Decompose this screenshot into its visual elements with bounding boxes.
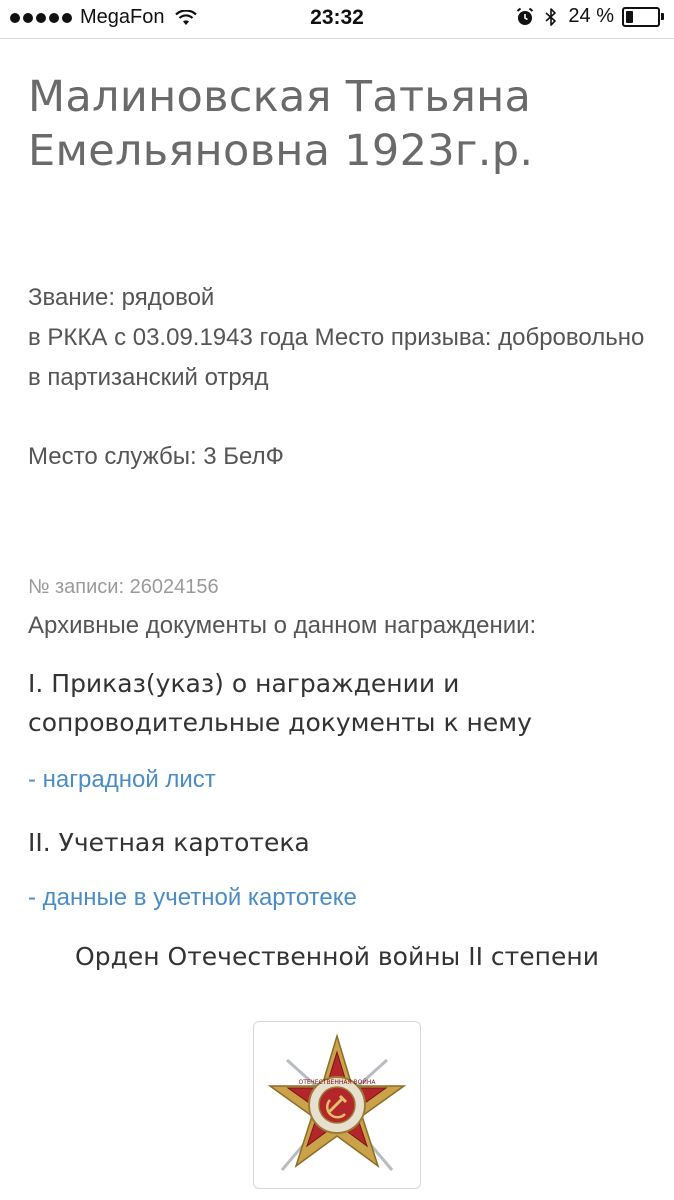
page-title: Малиновская Татьяна Емельяновна 1923г.р. [28, 72, 534, 176]
enlisted-text: в РККА с 03.09.1943 года Место призыва: … [28, 324, 645, 391]
rank-info: Звание: рядовой в РККА с 03.09.1943 года… [28, 278, 648, 398]
card-data-link[interactable]: - данные в учетной картотеке [28, 884, 357, 912]
order-patriotic-war-icon: ОТЕЧЕСТВЕННАЯ ВОЙНА [267, 1033, 407, 1171]
award-image[interactable]: ОТЕЧЕСТВЕННАЯ ВОЙНА [253, 1021, 421, 1189]
rank-text: Звание: рядовой [28, 284, 215, 311]
archive-heading: Архивные документы о данном награждении: [28, 612, 537, 639]
card-section-title: II. Учетная картотека [28, 828, 310, 857]
battery-percent: 24 % [568, 5, 614, 27]
status-bar: MegaFon 23:32 24 % [0, 0, 674, 39]
record-number: № записи: 26024156 [28, 576, 219, 598]
alarm-icon [517, 7, 534, 25]
battery-icon [622, 6, 664, 27]
status-right: 24 % [516, 5, 664, 28]
bluetooth-icon [545, 7, 557, 26]
award-name: Орден Отечественной войны II степени [75, 942, 599, 971]
medal-inscription: ОТЕЧЕСТВЕННАЯ ВОЙНА [299, 1079, 377, 1086]
award-sheet-link[interactable]: - наградной лист [28, 766, 216, 794]
order-section-title: I. Приказ(указ) о награждении и сопровод… [28, 669, 532, 737]
service-place: Место службы: 3 БелФ [28, 443, 284, 470]
